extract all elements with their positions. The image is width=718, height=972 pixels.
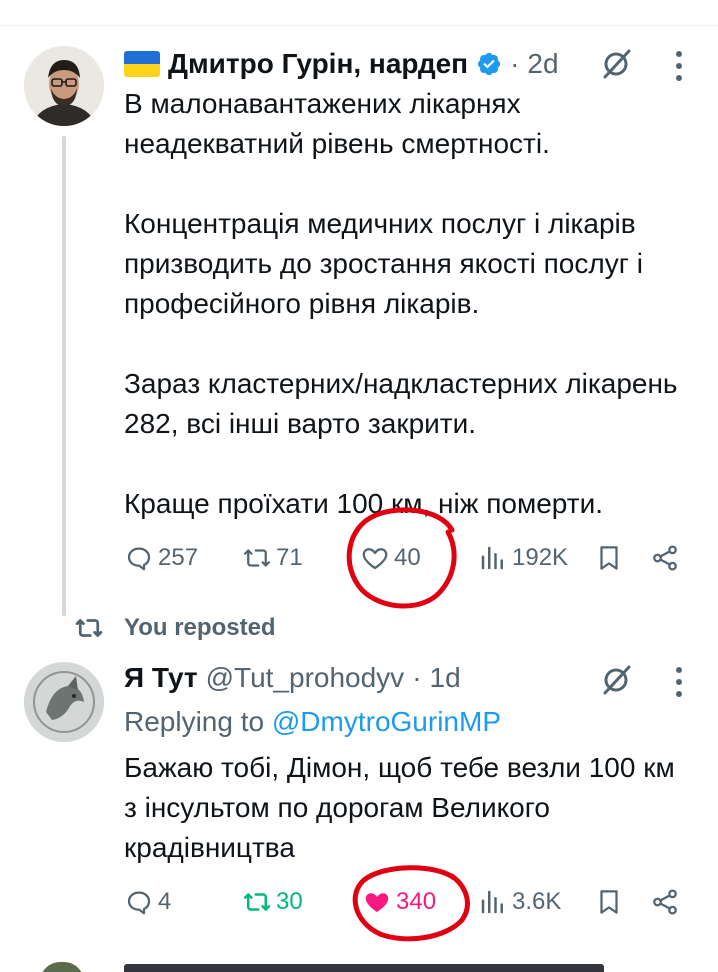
more-options-icon[interactable]	[674, 664, 684, 700]
tweet-paragraph: Краще проїхати 100 км, ніж померти.	[124, 488, 604, 519]
repost-count: 71	[276, 544, 303, 571]
top-divider	[0, 0, 718, 26]
replying-prefix: Replying to	[124, 706, 265, 737]
replying-mention-link[interactable]: @DmytroGurinMP	[272, 706, 501, 737]
grok-icon[interactable]	[598, 46, 634, 82]
reply-count: 4	[158, 888, 172, 915]
share-icon	[653, 545, 677, 571]
author-name-cropped	[124, 964, 604, 972]
tweet-reply[interactable]: Я Тут @Tut_prohodyv · 1d Replying to @Dm…	[0, 648, 718, 938]
avatar[interactable]	[24, 662, 104, 742]
repost-icon	[75, 619, 103, 637]
author-handle[interactable]: @Tut_prohodyv	[206, 662, 405, 694]
like-button[interactable]: 340	[362, 882, 436, 922]
author-name[interactable]: Я Тут	[124, 662, 198, 694]
repost-icon	[244, 549, 270, 567]
replying-to: Replying to @DmytroGurinMP	[124, 702, 501, 742]
timestamp[interactable]: 2d	[527, 48, 558, 80]
views-button[interactable]: 3.6K	[478, 882, 561, 922]
separator-dot: ·	[412, 662, 422, 693]
tweet-main[interactable]: Дмитро Гурін, нардеп · 2d В малонавантаж…	[0, 26, 718, 616]
next-tweet-partial	[0, 956, 718, 972]
views-icon	[481, 890, 503, 914]
ukraine-flag-icon	[124, 51, 160, 77]
like-button[interactable]: 40	[360, 538, 421, 578]
repost-button[interactable]: 71	[242, 538, 303, 578]
tweet-paragraph: В малонавантажених лікарнях неадекватний…	[124, 88, 550, 159]
bookmark-icon	[600, 890, 618, 914]
tweet-paragraph: Концентрація медичних послуг і лікарів п…	[124, 208, 643, 319]
repost-icon	[243, 893, 271, 911]
reply-button[interactable]: 4	[124, 882, 171, 922]
reply-icon	[127, 891, 151, 915]
avatar[interactable]	[24, 46, 104, 126]
action-bar: 4 30 340 3.6K	[124, 882, 698, 922]
tweet-header: Дмитро Гурін, нардеп · 2d	[124, 48, 559, 80]
avatar[interactable]	[40, 962, 84, 972]
tweet-paragraph: Зараз кластерних/надкластерних лікарень …	[124, 368, 678, 439]
share-icon	[653, 889, 677, 915]
heart-icon	[362, 548, 388, 570]
views-icon	[481, 546, 503, 570]
like-count: 340	[396, 888, 437, 915]
reply-button[interactable]: 257	[124, 538, 198, 578]
verified-badge-icon[interactable]	[476, 51, 502, 77]
share-button[interactable]	[650, 538, 684, 578]
author-name[interactable]: Дмитро Гурін, нардеп	[168, 48, 468, 80]
timestamp[interactable]: 1d	[430, 662, 461, 694]
tweet-text: В малонавантажених лікарнях неадекватний…	[124, 84, 694, 524]
grok-icon[interactable]	[598, 662, 634, 698]
action-bar: 257 71 40 192K	[124, 538, 698, 578]
reply-count: 257	[158, 544, 199, 571]
repost-context-label: You reposted	[124, 614, 276, 641]
views-count: 3.6K	[512, 888, 562, 915]
more-options-icon[interactable]	[674, 48, 684, 84]
reply-icon	[127, 547, 151, 571]
views-button[interactable]: 192K	[478, 538, 568, 578]
separator-dot: ·	[510, 48, 520, 79]
repost-button[interactable]: 30	[242, 882, 303, 922]
bookmark-icon	[600, 546, 618, 570]
thread-line	[62, 136, 66, 616]
share-button[interactable]	[650, 882, 684, 922]
repost-count: 30	[276, 888, 303, 915]
like-count: 40	[394, 544, 421, 571]
repost-context: You reposted	[74, 610, 276, 646]
heart-filled-icon	[365, 893, 389, 912]
bookmark-button[interactable]	[594, 538, 628, 578]
tweet-header: Я Тут @Tut_prohodyv · 1d	[124, 662, 461, 694]
bookmark-button[interactable]	[594, 882, 628, 922]
tweet-text: Бажаю тобі, Дімон, щоб тебе везли 100 км…	[124, 752, 675, 863]
views-count: 192K	[512, 544, 569, 571]
